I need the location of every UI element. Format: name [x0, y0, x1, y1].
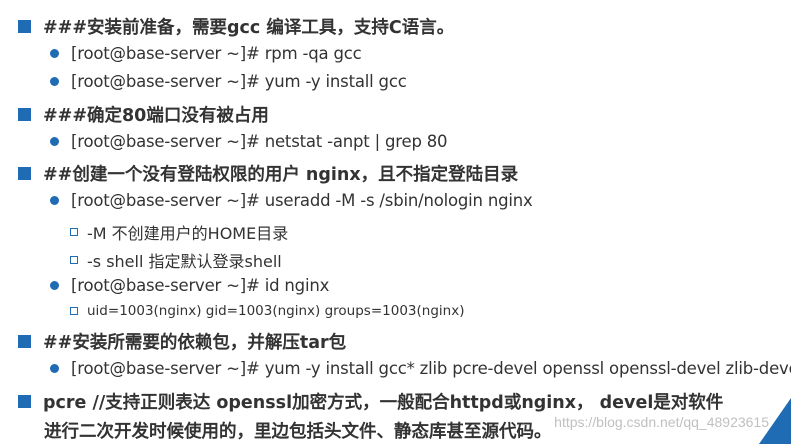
note-option-m: -M 不创建用户的HOME目录	[0, 220, 288, 244]
paragraph-deps-continued: 进行二次开发时候使用的，里边包括头文件、静态库甚至源代码。	[0, 418, 552, 443]
hollow-square-bullet	[70, 228, 78, 236]
line-text: uid=1003(nginx) gid=1003(nginx) groups=1…	[87, 303, 465, 319]
command-id-nginx: [root@base-server ~]# id nginx	[0, 276, 329, 295]
line-text: [root@base-server ~]# yum -y install gcc…	[71, 359, 791, 378]
circle-bullet	[50, 137, 59, 146]
command-rpm-query: [root@base-server ~]# rpm -qa gcc	[0, 44, 362, 63]
line-text: ##创建一个没有登陆权限的用户 nginx，且不指定登陆目录	[43, 165, 519, 185]
command-useradd: [root@base-server ~]# useradd -M -s /sbi…	[0, 191, 533, 210]
command-netstat: [root@base-server ~]# netstat -anpt | gr…	[0, 132, 448, 151]
line-text: pcre //支持正则表达 openssl加密方式，一般配合httpd或ngin…	[43, 393, 724, 413]
command-yum-gcc: [root@base-server ~]# yum -y install gcc	[0, 72, 407, 91]
circle-bullet	[50, 77, 59, 86]
line-text: ###确定80端口没有被占用	[43, 106, 269, 126]
hollow-square-bullet	[70, 307, 78, 315]
line-text: [root@base-server ~]# useradd -M -s /sbi…	[71, 191, 533, 210]
note-option-s: -s shell 指定默认登录shell	[0, 248, 282, 272]
square-bullet	[18, 108, 31, 121]
circle-bullet	[50, 49, 59, 58]
heading-install-prep: ###安装前准备，需要gcc 编译工具，支持C语言。	[0, 14, 454, 39]
line-text: [root@base-server ~]# yum -y install gcc	[71, 72, 407, 91]
circle-bullet	[50, 196, 59, 205]
command-yum-deps: [root@base-server ~]# yum -y install gcc…	[0, 359, 791, 378]
square-bullet	[18, 335, 31, 348]
circle-bullet	[50, 281, 59, 290]
square-bullet	[18, 395, 31, 408]
line-text: [root@base-server ~]# rpm -qa gcc	[71, 44, 362, 63]
line-text: [root@base-server ~]# id nginx	[71, 276, 330, 295]
heading-create-user: ##创建一个没有登陆权限的用户 nginx，且不指定登陆目录	[0, 161, 518, 186]
line-text: [root@base-server ~]# netstat -anpt | gr…	[71, 132, 448, 151]
heading-install-deps: ##安装所需要的依赖包，并解压tar包	[0, 329, 346, 354]
paragraph-deps-explanation: pcre //支持正则表达 openssl加密方式，一般配合httpd或ngin…	[0, 389, 723, 414]
square-bullet	[18, 167, 31, 180]
line-text: ##安装所需要的依赖包，并解压tar包	[43, 333, 347, 353]
line-text: 进行二次开发时候使用的，里边包括头文件、静态库甚至源代码。	[44, 422, 552, 442]
line-text: -M 不创建用户的HOME目录	[87, 224, 289, 243]
line-text: ###安装前准备，需要gcc 编译工具，支持C语言。	[43, 18, 455, 38]
circle-bullet	[50, 364, 59, 373]
watermark-text: https://blog.csdn.net/qq_48923615	[554, 414, 769, 430]
output-id-nginx: uid=1003(nginx) gid=1003(nginx) groups=1…	[0, 303, 464, 319]
heading-check-port: ###确定80端口没有被占用	[0, 102, 269, 127]
corner-decoration	[759, 398, 791, 444]
hollow-square-bullet	[70, 256, 78, 264]
line-text: -s shell 指定默认登录shell	[87, 252, 282, 271]
square-bullet	[18, 20, 31, 33]
